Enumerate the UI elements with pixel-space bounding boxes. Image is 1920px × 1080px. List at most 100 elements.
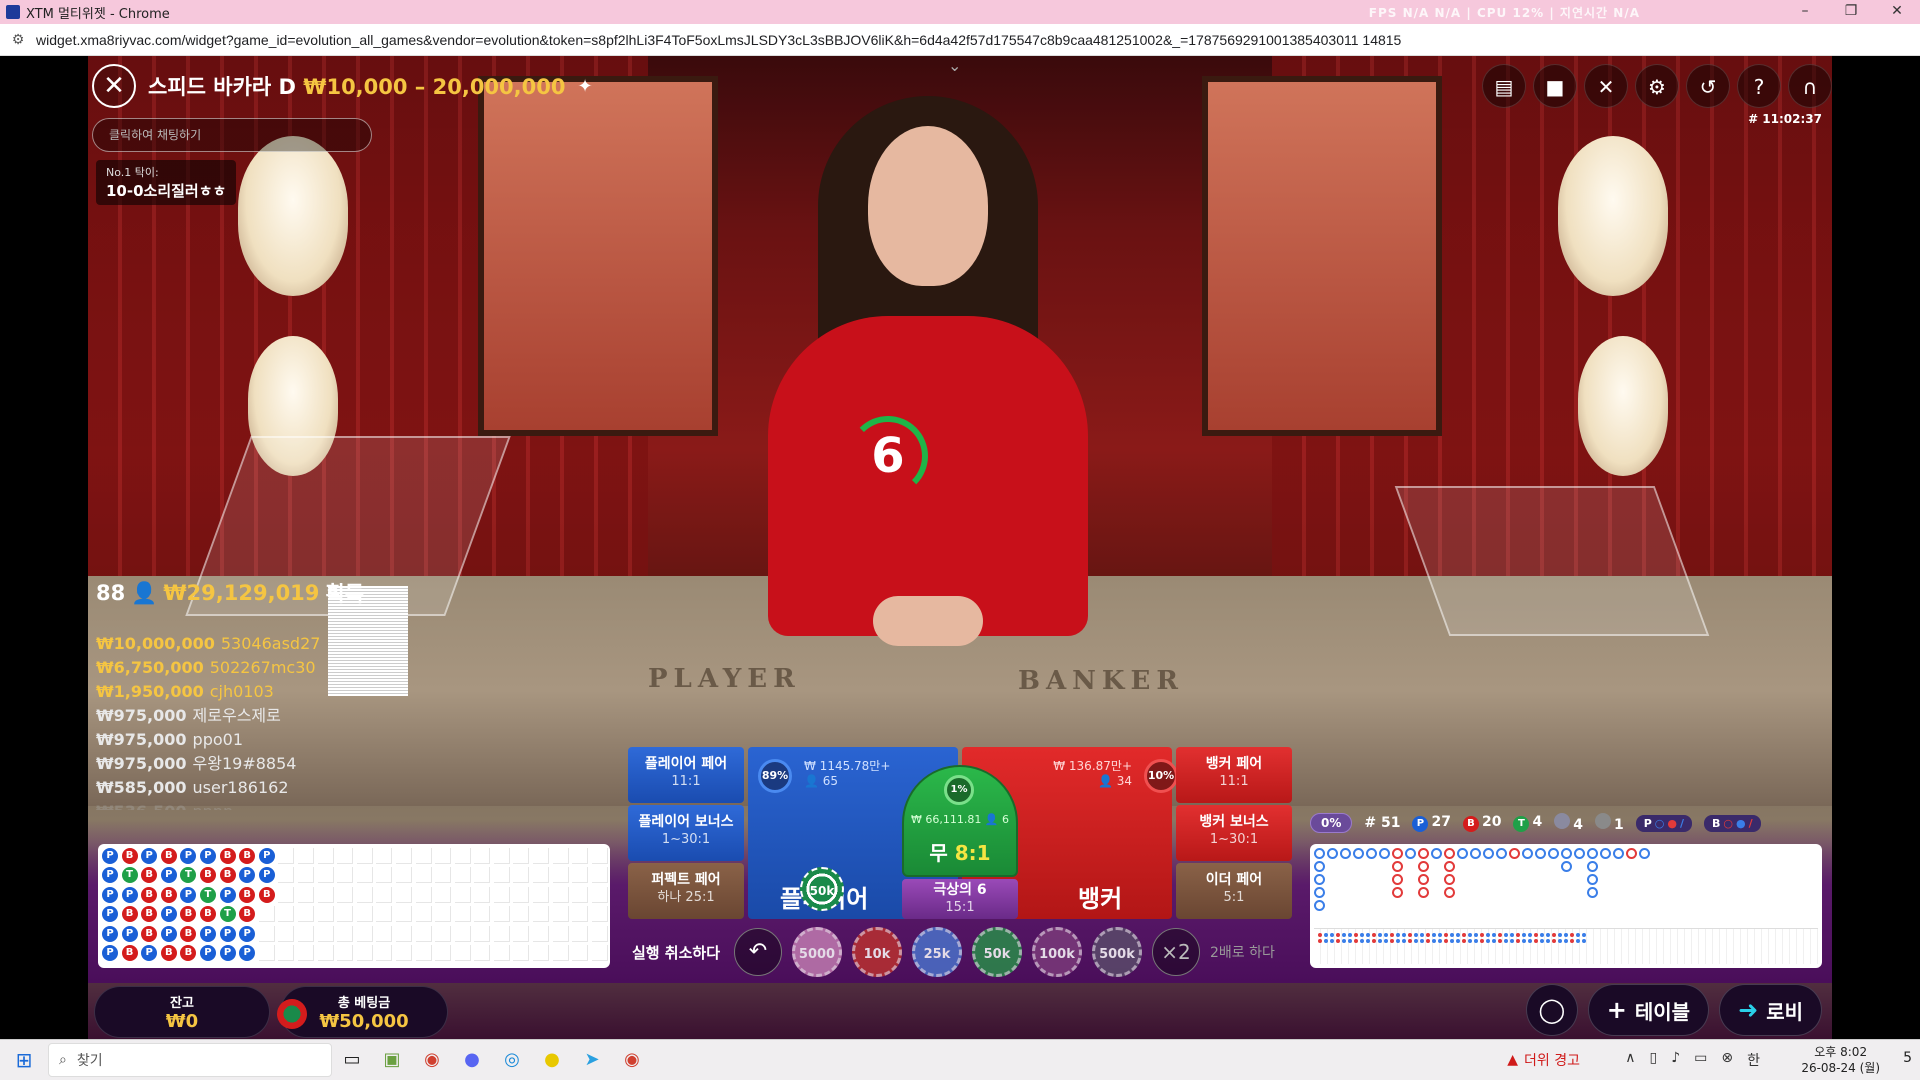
bet-banker-bonus[interactable]: 뱅커 보너스 1~30:1 (1176, 805, 1292, 861)
chat-user: No.1 탁이: (106, 166, 159, 179)
bead-empty (376, 906, 393, 923)
system-tray[interactable]: ∧ ▯ ♪ ▭ ⊗ 한 (1625, 1050, 1760, 1070)
url-text[interactable]: widget.xma8riyvac.com/widget?game_id=evo… (36, 32, 1401, 48)
site-info-icon[interactable]: ⚙ (0, 32, 36, 48)
chip-500k[interactable]: 500k (1092, 927, 1142, 977)
derived-road-mark (1576, 939, 1580, 943)
windows-start-icon[interactable]: ⊞ (0, 1048, 48, 1072)
derived-road-mark (1516, 933, 1520, 937)
bead-empty (552, 944, 569, 961)
bead-empty (572, 886, 589, 903)
help-icon[interactable]: ? (1737, 64, 1781, 108)
winners-list: ₩10,000,000 53046asd27 ₩6,750,000 502267mc… (96, 632, 320, 810)
big-road-mark (1600, 848, 1611, 859)
undo-button[interactable]: ↶ (734, 928, 782, 976)
bead-empty (591, 925, 608, 942)
add-table-button[interactable]: + 테이블 (1587, 984, 1710, 1036)
headset-icon[interactable]: ∩ (1788, 64, 1832, 108)
bead-empty (297, 848, 314, 864)
predict-banker-button[interactable]: B ○ ● / (1704, 814, 1761, 832)
mute-icon[interactable]: ✕ (1584, 64, 1628, 108)
kakaotalk-icon[interactable]: ● (532, 1040, 572, 1080)
derived-road-mark (1570, 939, 1574, 943)
bead-B: B (141, 886, 158, 903)
bead-P: P (199, 848, 216, 864)
big-road-mark (1561, 848, 1572, 859)
close-window-button[interactable]: ✕ (1874, 0, 1920, 24)
task-view-icon[interactable]: ▭ (332, 1040, 372, 1080)
pin-icon[interactable]: ✦ (577, 76, 592, 97)
bet-player-bonus[interactable]: 플레이어 보너스 1~30:1 (628, 805, 744, 861)
edge-icon[interactable]: ◎ (492, 1040, 532, 1080)
derived-road-mark (1402, 939, 1406, 943)
notification-icon[interactable]: 5 (1903, 1050, 1912, 1066)
derived-road-mark (1552, 939, 1556, 943)
bet-banker-pair[interactable]: 뱅커 페어 11:1 (1176, 747, 1292, 803)
bet-player-pair[interactable]: 플레이어 페어 11:1 (628, 747, 744, 803)
taskbar-search[interactable]: ⌕ 찾기 (48, 1043, 332, 1077)
bead-empty (356, 867, 373, 884)
minimize-button[interactable]: – (1782, 0, 1828, 24)
chip-25k[interactable]: 25k (912, 927, 962, 977)
address-bar[interactable]: ⚙ widget.xma8riyvac.com/widget?game_id=e… (0, 24, 1920, 56)
winners-header: 88 👤 ₩29,129,019 획득 (96, 578, 364, 608)
bead-B: B (121, 906, 138, 923)
bead-empty (454, 867, 471, 884)
derived-road-mark (1408, 939, 1412, 943)
chat-input[interactable]: 클릭하여 채팅하기 (92, 118, 372, 152)
big-road-mark (1587, 861, 1598, 872)
bead-empty (297, 944, 314, 961)
undo-label[interactable]: 실행 취소하다 (628, 942, 724, 963)
derived-road-mark (1432, 939, 1436, 943)
lobby-button[interactable]: ➜ 로비 (1719, 984, 1822, 1036)
bet-either-pair[interactable]: 이더 페어 5:1 (1176, 863, 1292, 919)
history-icon[interactable]: ↺ (1686, 64, 1730, 108)
bet-super6[interactable]: 극상의 6 15:1 (902, 879, 1018, 919)
derived-road-mark (1354, 933, 1358, 937)
derived-road-mark (1336, 933, 1340, 937)
telegram-icon[interactable]: ➤ (572, 1040, 612, 1080)
heat-warning[interactable]: ▲ 더위 경고 (1507, 1050, 1580, 1070)
chip-50k[interactable]: 50k (972, 927, 1022, 977)
derived-road-mark (1324, 939, 1328, 943)
chrome-icon[interactable]: ◉ (612, 1040, 652, 1080)
chrome-icon[interactable]: ◉ (412, 1040, 452, 1080)
bead-empty (513, 944, 530, 961)
big-road[interactable] (1310, 844, 1822, 968)
derived-road-mark (1354, 939, 1358, 943)
discord-icon[interactable]: ● (452, 1040, 492, 1080)
maximize-button[interactable]: ❐ (1828, 0, 1874, 24)
chip-10k[interactable]: 10k (852, 927, 902, 977)
app-icon[interactable]: ▣ (372, 1040, 412, 1080)
chat-icon[interactable]: ▤ (1482, 64, 1526, 108)
winners-total: ₩29,129,019 (163, 581, 320, 605)
close-game-button[interactable]: ✕ (92, 64, 136, 108)
big-road-mark (1587, 848, 1598, 859)
bead-P: P (141, 944, 158, 961)
bet-tie[interactable]: 1% ₩ 66,111.81 👤 6 무 8:1 (902, 765, 1018, 877)
lobby-arrow-icon: ➜ (1738, 996, 1759, 1024)
chip-5000[interactable]: 5000 (792, 927, 842, 977)
derived-road-mark (1372, 939, 1376, 943)
big-road-mark (1587, 874, 1598, 885)
double-button[interactable]: ×2 (1152, 928, 1200, 976)
video-icon[interactable]: ■ (1533, 64, 1577, 108)
derived-road-mark (1504, 939, 1508, 943)
clock[interactable]: 오후 8:02 26-08-24 (월) (1801, 1044, 1880, 1076)
gear-icon[interactable]: ⚙ (1635, 64, 1679, 108)
bead-road[interactable]: PBPBPPBBPPTBPTBBPPPPBBPTPBBPBBPBBTBPPBPB… (98, 844, 610, 968)
search-icon: ⌕ (59, 1052, 67, 1068)
chevron-down-icon[interactable]: ⌄ (948, 56, 961, 75)
blossom-window-left (478, 76, 718, 436)
big-road-mark (1418, 874, 1429, 885)
bet-perfect-pair[interactable]: 퍼펙트 페어 하나 25:1 (628, 863, 744, 919)
bead-empty (552, 925, 569, 942)
stat-player-pair: 4 (1554, 813, 1583, 833)
taskbar: ⊞ ⌕ 찾기 ▭ ▣ ◉ ● ◎ ● ➤ ◉ ▲ 더위 경고 ∧ ▯ ♪ ▭ ⊗ 한 오후 … (0, 1039, 1920, 1080)
stat-banker: B 20 (1462, 814, 1501, 832)
predict-player-button[interactable]: P ○ ● / (1635, 814, 1692, 832)
chip-100k[interactable]: 100k (1032, 927, 1082, 977)
perf-stats: FPS N/A N/A | CPU 12% | 지연시간 N/A (1368, 6, 1640, 20)
chat-toggle-button[interactable]: ◯ (1525, 984, 1578, 1036)
big-road-mark (1392, 874, 1403, 885)
